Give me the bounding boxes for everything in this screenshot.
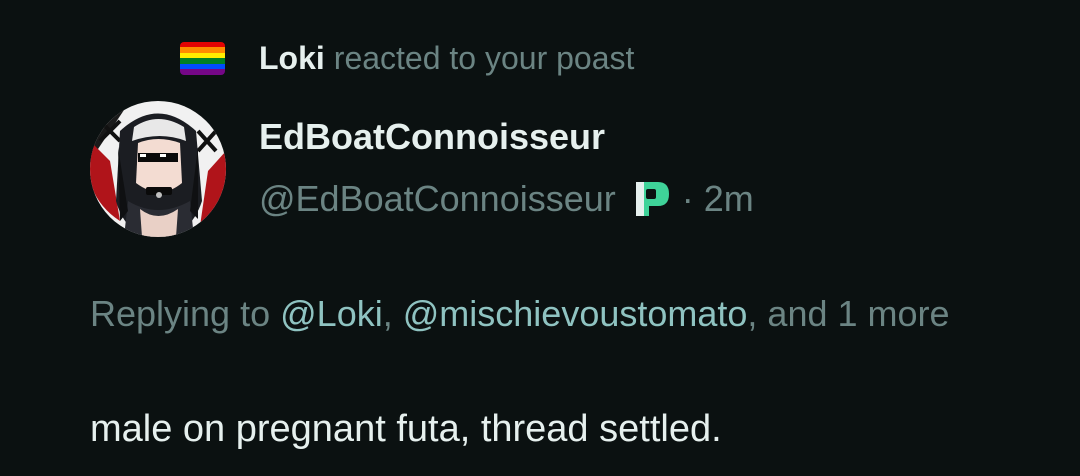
handle-row: @EdBoatConnoisseur · 2m (259, 176, 754, 222)
post-text: male on pregnant futa, thread settled. (90, 408, 722, 450)
reply-more-text[interactable]: , and 1 more (747, 293, 949, 334)
p-badge-icon (635, 182, 669, 216)
notification-card[interactable]: Lokireacted to your poast EdBoatConnois (0, 0, 1080, 476)
reaction-action: reacted to your poast (333, 39, 635, 76)
mention-separator: , (382, 293, 393, 334)
avatar[interactable] (90, 101, 226, 237)
reactor-name[interactable]: Loki (259, 40, 325, 76)
reaction-row: Loki reacted to your poast (180, 36, 634, 80)
flag-stripe-purple (180, 69, 225, 75)
replying-to-label: Replying to (90, 293, 271, 334)
separator-dot: · (681, 178, 694, 219)
avatar-image (90, 101, 226, 237)
user-handle[interactable]: @EdBoatConnoisseur (259, 178, 616, 220)
timestamp[interactable]: 2m (704, 178, 754, 220)
display-name[interactable]: EdBoatConnoisseur (259, 116, 605, 158)
pride-flag-icon (180, 41, 225, 75)
reaction-text: Loki reacted to your poast (259, 40, 634, 77)
mention-mischievoustomato[interactable]: @mischievoustomato (403, 293, 748, 334)
mention-loki[interactable]: @Loki (280, 293, 383, 334)
reply-context: Replying to @Loki, @mischievoustomato, a… (90, 286, 990, 342)
